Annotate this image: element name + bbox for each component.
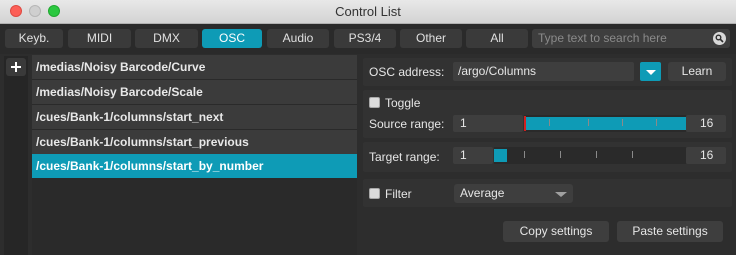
search-placeholder: Type text to search here [538, 31, 667, 45]
toggle-label: Toggle [385, 96, 421, 110]
learn-button[interactable]: Learn [668, 62, 726, 81]
list-item[interactable]: /cues/Bank-1/columns/start_next [32, 105, 357, 129]
source-range-max-value: 16 [700, 116, 714, 130]
filter-select[interactable]: Average [454, 184, 573, 203]
osc-address-label: OSC address: [369, 65, 445, 79]
list-item[interactable]: /medias/Noisy Barcode/Curve [32, 55, 357, 79]
window-title: Control List [335, 4, 401, 19]
source-range-max[interactable]: 16 [686, 115, 726, 132]
source-range-min[interactable]: 1 [453, 115, 523, 132]
target-range-max-value: 16 [700, 148, 714, 162]
target-range-min-value: 1 [460, 148, 467, 162]
title-bar: Control List [0, 0, 736, 24]
add-column [4, 56, 28, 255]
filter-label: Filter [385, 187, 412, 201]
search-icon[interactable] [713, 32, 726, 45]
tab-keyboard[interactable]: Keyb. [5, 29, 63, 48]
tab-osc[interactable]: OSC [202, 29, 262, 48]
tab-midi[interactable]: MIDI [68, 29, 131, 48]
tab-other[interactable]: Other [400, 29, 462, 48]
slider-tick [560, 151, 561, 158]
target-range-min[interactable]: 1 [453, 147, 493, 164]
slider-tick [549, 119, 550, 126]
osc-address-dropdown-button[interactable] [640, 62, 661, 81]
source-range-panel: Toggle Source range: 1 16 [363, 90, 732, 138]
source-range-start-handle[interactable] [524, 116, 526, 131]
slider-tick [632, 151, 633, 158]
control-list: /medias/Noisy Barcode/Curve /medias/Nois… [32, 55, 357, 255]
add-control-button[interactable] [6, 58, 26, 76]
filter-checkbox[interactable] [369, 188, 380, 199]
target-range-panel: Target range: 1 16 [363, 142, 732, 172]
tab-bar: Keyb. MIDI DMX OSC Audio PS3/4 Other All… [0, 24, 736, 54]
osc-address-panel: OSC address: /argo/Columns Learn [363, 58, 732, 86]
list-item[interactable]: /medias/Noisy Barcode/Scale [32, 80, 357, 104]
target-range-fill [494, 149, 508, 162]
copy-settings-button[interactable]: Copy settings [503, 221, 609, 242]
toggle-checkbox[interactable] [369, 97, 380, 108]
source-range-slider[interactable] [524, 115, 686, 132]
search-input[interactable]: Type text to search here [532, 29, 730, 48]
slider-tick [656, 119, 657, 126]
slider-tick [524, 151, 525, 158]
osc-address-field[interactable]: /argo/Columns [453, 62, 634, 81]
filter-select-value: Average [460, 186, 505, 200]
target-range-label: Target range: [369, 150, 440, 164]
slider-tick [596, 151, 597, 158]
tab-audio[interactable]: Audio [267, 29, 329, 48]
slider-tick [588, 119, 589, 126]
list-item[interactable]: /cues/Bank-1/columns/start_previous [32, 130, 357, 154]
slider-tick [622, 119, 623, 126]
target-range-slider[interactable] [494, 147, 686, 164]
list-item-selected[interactable]: /cues/Bank-1/columns/start_by_number [32, 154, 357, 178]
tab-all[interactable]: All [466, 29, 528, 48]
source-range-label: Source range: [369, 117, 445, 131]
tab-dmx[interactable]: DMX [135, 29, 198, 48]
paste-settings-button[interactable]: Paste settings [617, 221, 723, 242]
target-range-max[interactable]: 16 [686, 147, 726, 164]
tab-ps3-4[interactable]: PS3/4 [334, 29, 396, 48]
source-range-min-value: 1 [460, 116, 467, 130]
filter-panel: Filter Average [363, 179, 732, 207]
